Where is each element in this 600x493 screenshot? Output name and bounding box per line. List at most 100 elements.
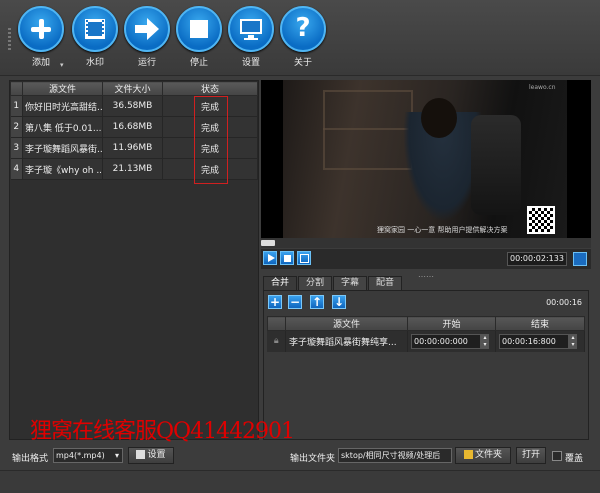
row-index: 2 bbox=[10, 116, 23, 138]
watermark-button-label: 水印 bbox=[85, 58, 104, 68]
output-format-value: mp4(*.mp4) bbox=[56, 451, 105, 460]
file-list-panel: 源文件 文件大小 状态 1 你好旧时光高甜结... 36.58MB 完成 2 第… bbox=[9, 80, 259, 440]
output-format-select[interactable]: mp4(*.mp4) ▾ bbox=[53, 448, 123, 463]
stop-playback-button[interactable] bbox=[280, 251, 294, 265]
status-bar bbox=[0, 470, 600, 493]
scene-shelf-divider bbox=[323, 128, 413, 130]
row-index: 4 bbox=[10, 158, 23, 180]
lock-icon[interactable]: 🔒︎ bbox=[267, 330, 286, 352]
add-button-label: 添加 bbox=[31, 58, 50, 68]
output-bar: 输出格式 mp4(*.mp4) ▾ 设置 输出文件夹 sktop/相同尺寸视频/… bbox=[0, 444, 600, 468]
dropdown-arrow-icon[interactable]: ▾ bbox=[60, 61, 64, 69]
splitter-handle[interactable]: …… bbox=[418, 270, 434, 279]
move-up-button[interactable]: ↑ bbox=[310, 295, 324, 309]
column-header-size[interactable]: 文件大小 bbox=[102, 81, 163, 96]
scene-shelf bbox=[323, 90, 413, 170]
video-frame bbox=[283, 80, 567, 238]
player-controls: 00:00:02:133 bbox=[261, 249, 591, 269]
index-header bbox=[10, 81, 23, 96]
snapshot-button[interactable] bbox=[573, 252, 587, 266]
end-time-spinner[interactable]: ▴ ▾ bbox=[569, 333, 577, 349]
watermark-button[interactable]: 水印 bbox=[70, 6, 120, 68]
folder-button-label: 文件夹 bbox=[474, 450, 502, 460]
output-folder-path[interactable]: sktop/相同尺寸视频/处理后 bbox=[338, 448, 452, 463]
site-logo: leawo.cn bbox=[529, 84, 556, 91]
format-settings-button[interactable]: 设置 bbox=[128, 447, 174, 464]
tab-split[interactable]: 分割 bbox=[298, 276, 333, 290]
seek-bar[interactable] bbox=[261, 238, 591, 248]
run-button[interactable]: 运行 bbox=[122, 6, 172, 68]
move-down-button[interactable]: ↓ bbox=[332, 295, 346, 309]
file-size: 16.68MB bbox=[102, 116, 163, 138]
table-row[interactable]: 🔒︎ 李子璇舞蹈风暴街舞纯享... 00:00:00:000 ▴ ▾ 00:00:1… bbox=[267, 330, 585, 352]
question-icon: ? bbox=[295, 13, 311, 43]
overlay-watermark-text: 狸窝在线客服QQ41442901 bbox=[30, 419, 295, 444]
tab-bar: 合并 分割 字幕 配音 bbox=[263, 276, 403, 290]
format-settings-label: 设置 bbox=[147, 450, 166, 460]
playback-time: 00:00:02:133 bbox=[507, 252, 567, 266]
start-time-cell: 00:00:00:000 ▴ ▾ bbox=[407, 330, 496, 352]
end-time-field[interactable]: 00:00:16:800 bbox=[499, 333, 569, 349]
column-header-start[interactable]: 开始 bbox=[407, 316, 496, 331]
merge-duration: 00:00:16 bbox=[546, 298, 582, 307]
play-button[interactable] bbox=[263, 251, 277, 265]
stop-icon bbox=[284, 255, 291, 262]
qr-code bbox=[527, 206, 555, 234]
about-button-label: 关于 bbox=[293, 58, 312, 68]
column-header-source[interactable]: 源文件 bbox=[22, 81, 103, 96]
file-size: 21.13MB bbox=[102, 158, 163, 180]
add-segment-button[interactable]: + bbox=[268, 295, 282, 309]
segment-name: 李子璇舞蹈风暴街舞纯享... bbox=[285, 330, 408, 352]
column-header-end[interactable]: 结束 bbox=[495, 316, 585, 331]
merge-panel: + − ↑ ↓ 00:00:16 源文件 开始 结束 🔒︎ 李子璇舞蹈风暴街舞纯… bbox=[263, 290, 589, 440]
remove-segment-button[interactable]: − bbox=[288, 295, 302, 309]
film-icon bbox=[85, 19, 105, 39]
tab-subtitle[interactable]: 字幕 bbox=[333, 276, 368, 290]
file-name: 你好旧时光高甜结... bbox=[22, 95, 103, 117]
scene-person-head bbox=[421, 98, 457, 138]
row-index: 3 bbox=[10, 137, 23, 159]
output-folder-label: 输出文件夹 bbox=[290, 454, 336, 464]
video-watermark-text: 狸窝家园 一心一意 帮助用户提供解决方案 bbox=[377, 226, 508, 234]
play-icon bbox=[268, 254, 275, 262]
file-name: 李子璇舞蹈风暴街... bbox=[22, 137, 103, 159]
overwrite-label: 覆盖 bbox=[565, 454, 584, 464]
start-time-spinner[interactable]: ▴ ▾ bbox=[481, 333, 489, 349]
toolbar-grip[interactable] bbox=[8, 28, 11, 50]
row-index: 1 bbox=[10, 95, 23, 117]
file-size: 11.96MB bbox=[102, 137, 163, 159]
open-button[interactable]: 打开 bbox=[516, 447, 546, 464]
tab-dubbing[interactable]: 配音 bbox=[368, 276, 403, 290]
lock-header bbox=[267, 316, 286, 331]
tab-merge[interactable]: 合并 bbox=[263, 276, 298, 290]
overwrite-checkbox[interactable] bbox=[552, 451, 562, 461]
fullscreen-button[interactable] bbox=[297, 251, 311, 265]
fullscreen-icon bbox=[300, 254, 309, 263]
scene-chair bbox=[471, 115, 521, 215]
stop-button[interactable]: 停止 bbox=[174, 6, 224, 68]
output-format-label: 输出格式 bbox=[12, 454, 49, 464]
file-name: 李子璇《why oh ... bbox=[22, 158, 103, 180]
column-header-source[interactable]: 源文件 bbox=[285, 316, 408, 331]
segment-table: 源文件 开始 结束 🔒︎ 李子璇舞蹈风暴街舞纯享... 00:00:00:000… bbox=[267, 316, 585, 352]
seek-handle[interactable] bbox=[261, 240, 275, 246]
settings-button[interactable]: 设置 bbox=[226, 6, 276, 68]
video-preview[interactable]: leawo.cn 狸窝家园 一心一意 帮助用户提供解决方案 bbox=[261, 80, 591, 238]
file-size: 36.58MB bbox=[102, 95, 163, 117]
monitor-icon bbox=[240, 19, 262, 40]
settings-icon bbox=[136, 450, 146, 459]
folder-icon bbox=[463, 450, 473, 459]
stop-button-label: 停止 bbox=[189, 58, 208, 68]
stop-icon bbox=[190, 20, 208, 38]
status-highlight-box bbox=[194, 96, 228, 184]
folder-button[interactable]: 文件夹 bbox=[455, 447, 511, 464]
about-button[interactable]: ? 关于 bbox=[278, 6, 328, 68]
run-button-label: 运行 bbox=[137, 58, 156, 68]
add-button[interactable]: 添加 ▾ bbox=[16, 6, 66, 69]
settings-button-label: 设置 bbox=[241, 58, 260, 68]
start-time-field[interactable]: 00:00:00:000 bbox=[411, 333, 481, 349]
end-time-cell: 00:00:16:800 ▴ ▾ bbox=[495, 330, 585, 352]
chevron-down-icon: ▾ bbox=[114, 451, 119, 460]
toolbar: 添加 ▾ 水印 运行 停止 设置 ? 关于 bbox=[0, 0, 600, 76]
column-header-status[interactable]: 状态 bbox=[162, 81, 258, 96]
